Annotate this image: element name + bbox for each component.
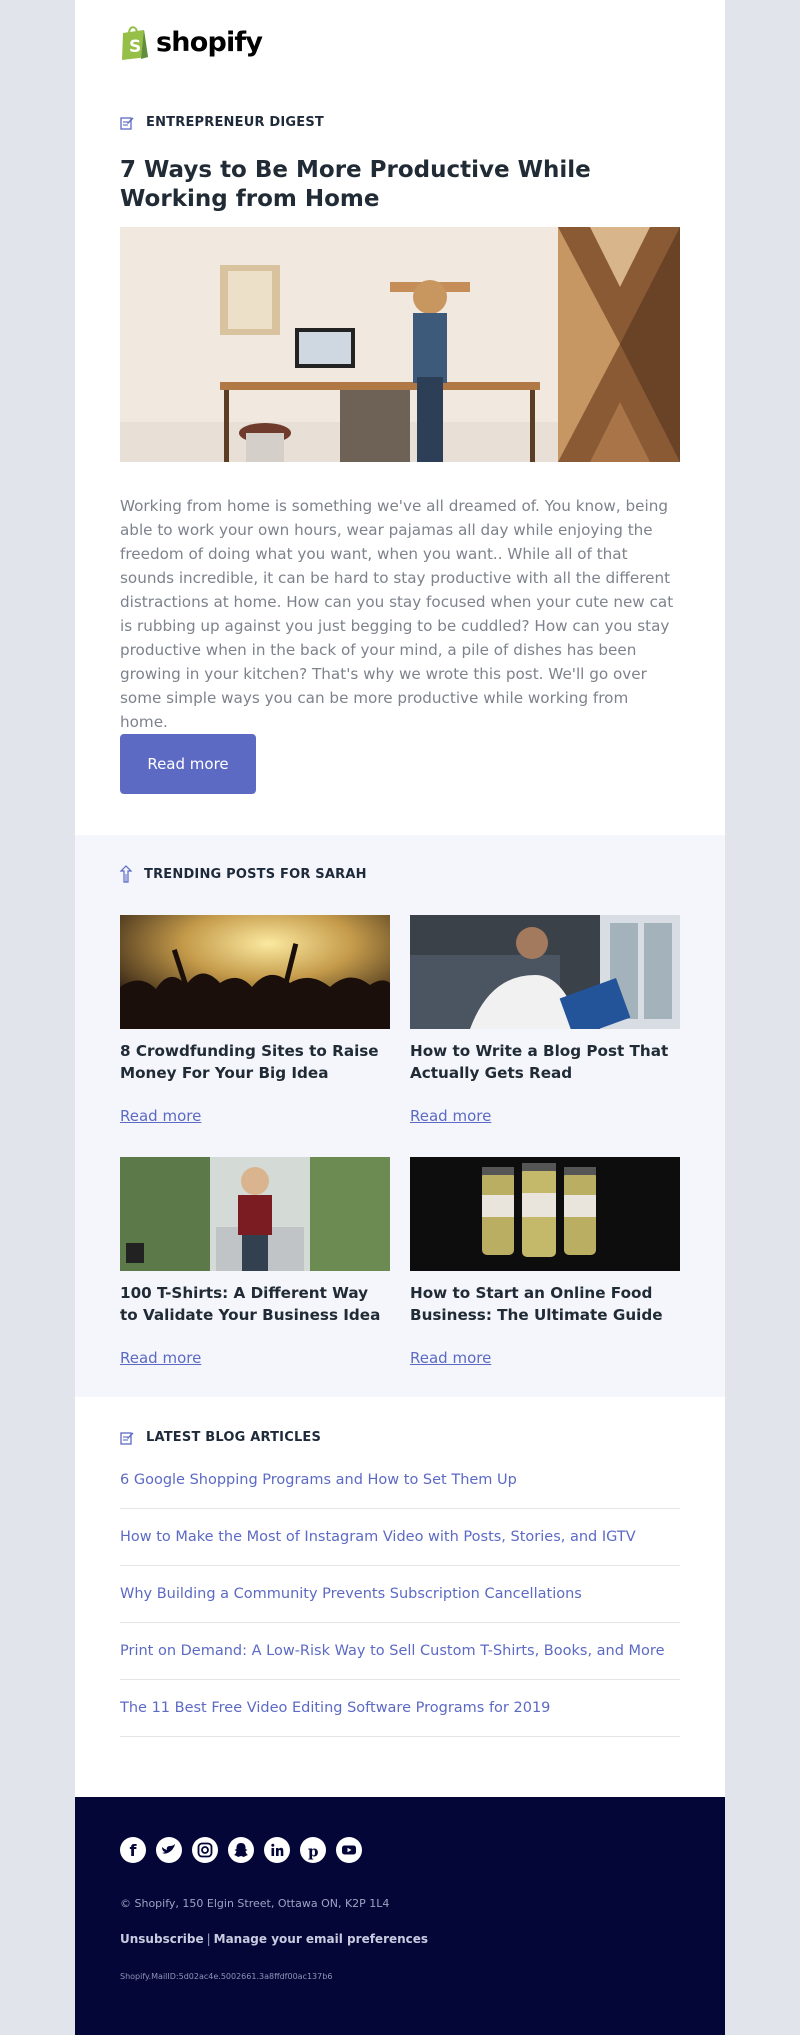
woman-in-tshirt-image[interactable] (120, 1157, 390, 1271)
trending-post-read-more-link[interactable]: Read more (120, 1349, 201, 1367)
email-container: S shopify ENTREPRENEUR DIGEST 7 Ways to … (75, 0, 725, 2035)
article-link[interactable]: 6 Google Shopping Programs and How to Se… (120, 1452, 680, 1509)
linkedin-icon[interactable] (264, 1837, 290, 1863)
trending-post-read-more-link[interactable]: Read more (120, 1107, 201, 1125)
svg-text:p: p (308, 1843, 319, 1861)
pickle-jars-image[interactable] (410, 1157, 680, 1271)
edit-note-icon (120, 1431, 134, 1445)
man-with-laptop-image[interactable] (410, 915, 680, 1029)
shopify-wordmark: shopify (156, 26, 263, 58)
hero-body-text: Working from home is something we've all… (120, 497, 674, 731)
section-label-text: TRENDING POSTS FOR SARAH (144, 866, 367, 882)
latest-articles-list: 6 Google Shopping Programs and How to Se… (120, 1452, 680, 1737)
trending-post-card[interactable]: 100 T-Shirts: A Different Way to Validat… (120, 1157, 390, 1367)
article-link[interactable]: How to Make the Most of Instagram Video … (120, 1509, 680, 1566)
svg-text:S: S (129, 37, 141, 57)
hero-title[interactable]: 7 Ways to Be More Productive While Worki… (120, 156, 690, 214)
trending-post-read-more-link[interactable]: Read more (410, 1349, 491, 1367)
trending-post-card[interactable]: 8 Crowdfunding Sites to Raise Money For … (120, 915, 390, 1125)
snapchat-icon[interactable] (228, 1837, 254, 1863)
social-links: f p (120, 1837, 372, 1863)
separator: | (206, 1932, 211, 1946)
instagram-icon[interactable] (192, 1837, 218, 1863)
facebook-icon[interactable]: f (120, 1837, 146, 1863)
company-address: © Shopify, 150 Elgin Street, Ottawa ON, … (120, 1897, 390, 1910)
hero-image[interactable] (120, 227, 680, 462)
trending-post-read-more-link[interactable]: Read more (410, 1107, 491, 1125)
trending-arrow-icon (120, 865, 132, 883)
twitter-icon[interactable] (156, 1837, 182, 1863)
shopify-logo[interactable]: S shopify (120, 22, 263, 62)
article-link[interactable]: Why Building a Community Prevents Subscr… (120, 1566, 680, 1623)
mail-id: Shopify.MailID:5d02ac4e.5002661.3a8ffdf0… (120, 1972, 333, 1981)
edit-note-icon (120, 116, 134, 130)
unsubscribe-link[interactable]: Unsubscribe (120, 1932, 204, 1946)
trending-post-title[interactable]: How to Write a Blog Post That Actually G… (410, 1040, 680, 1084)
email-preferences-links: Unsubscribe | Manage your email preference… (120, 1932, 428, 1946)
manage-preferences-link[interactable]: Manage your email preferences (214, 1932, 428, 1946)
section-label-text: ENTREPRENEUR DIGEST (146, 115, 324, 130)
trending-post-title[interactable]: How to Start an Online Food Business: Th… (410, 1282, 680, 1326)
trending-post-title[interactable]: 100 T-Shirts: A Different Way to Validat… (120, 1282, 390, 1326)
shopify-bag-icon: S (122, 26, 148, 60)
trending-post-title[interactable]: 8 Crowdfunding Sites to Raise Money For … (120, 1040, 390, 1084)
pinterest-icon[interactable]: p (300, 1837, 326, 1863)
article-link[interactable]: The 11 Best Free Video Editing Software … (120, 1680, 680, 1737)
trending-post-card[interactable]: How to Write a Blog Post That Actually G… (410, 915, 680, 1125)
section-label-text: LATEST BLOG ARTICLES (146, 1430, 322, 1445)
youtube-icon[interactable] (336, 1837, 362, 1863)
article-link[interactable]: Print on Demand: A Low-Risk Way to Sell … (120, 1623, 680, 1680)
email-footer: f p © Shopify, 150 Elgin Street, Ottawa … (75, 1797, 725, 2035)
latest-blog-articles-label: LATEST BLOG ARTICLES (120, 1430, 321, 1445)
concert-crowd-image[interactable] (120, 915, 390, 1029)
trending-posts-section: TRENDING POSTS FOR SARAH 8 Crowdfunding … (75, 835, 725, 1397)
read-more-button[interactable]: Read more (120, 734, 256, 794)
trending-post-card[interactable]: How to Start an Online Food Business: Th… (410, 1157, 680, 1367)
trending-posts-label: TRENDING POSTS FOR SARAH (120, 865, 367, 883)
svg-text:f: f (130, 1841, 138, 1860)
entrepreneur-digest-label: ENTREPRENEUR DIGEST (120, 115, 324, 130)
